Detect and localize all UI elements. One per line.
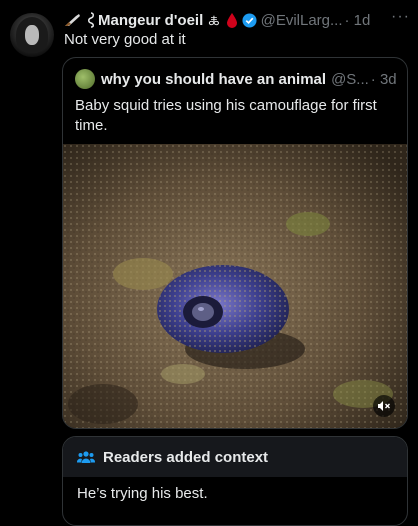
- post-header: Mangeur d'oeil 🜏 @EvilLarg... · 1d ···: [64, 8, 410, 30]
- post-text: Not very good at it: [64, 31, 186, 48]
- verified-badge-icon: [242, 12, 257, 28]
- community-note-title: Readers added context: [103, 448, 269, 466]
- readers-icon: [77, 451, 95, 463]
- quoted-avatar: [75, 69, 95, 89]
- community-note[interactable]: Readers added context He’s trying his be…: [62, 436, 408, 526]
- blood-drop-icon: [226, 13, 237, 28]
- mute-icon: [378, 401, 390, 411]
- quoted-text: Baby squid tries using his camouflage fo…: [75, 97, 377, 134]
- squid-video[interactable]: [63, 144, 407, 428]
- quoted-author-handle: @S...: [331, 70, 369, 88]
- community-note-text: He’s trying his best.: [77, 485, 208, 502]
- knife-icon: [65, 14, 80, 26]
- more-icon[interactable]: ···: [391, 8, 410, 26]
- author-name[interactable]: Mangeur d'oeil: [98, 12, 203, 29]
- quoted-header: why you should have an animal @S... · 3d: [75, 69, 397, 89]
- quoted-post[interactable]: why you should have an animal @S... · 3d…: [62, 57, 408, 429]
- community-note-header: Readers added context: [63, 437, 407, 477]
- pin-icon: [88, 12, 94, 28]
- post-time[interactable]: · 1d: [345, 12, 371, 29]
- author-avatar[interactable]: [10, 13, 54, 57]
- mute-button[interactable]: [373, 395, 395, 417]
- quoted-author-name: why you should have an animal: [101, 70, 327, 88]
- video-frame: [63, 144, 407, 428]
- name-emoji: 🜏: [208, 13, 220, 28]
- quoted-time: · 3d: [370, 70, 397, 88]
- author-handle[interactable]: @EvilLarg...: [261, 12, 343, 29]
